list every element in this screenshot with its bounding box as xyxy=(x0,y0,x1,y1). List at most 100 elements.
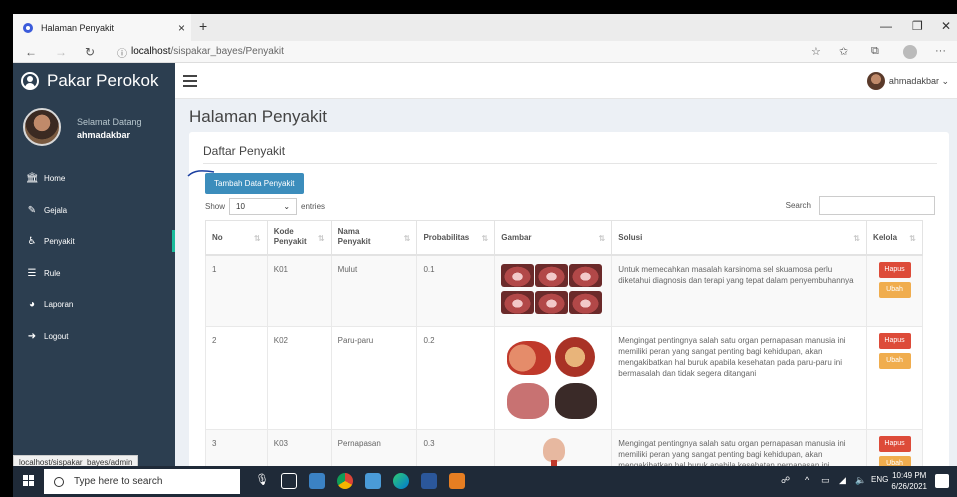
sign-out-icon: ➜ xyxy=(27,330,37,342)
cell-solusi: Untuk memecahkan masalah karsinoma sel s… xyxy=(611,254,868,327)
task-view-icon[interactable] xyxy=(281,473,297,489)
browser-tab-bar: Halaman Penyakit × + — ❐ ✕ xyxy=(13,14,957,41)
ubah-button[interactable]: Ubah xyxy=(878,352,911,369)
file-explorer-icon[interactable] xyxy=(309,473,325,489)
sidebar-item-label: Logout xyxy=(44,331,69,341)
hamburger-menu-icon[interactable] xyxy=(183,75,197,87)
chrome-icon[interactable] xyxy=(337,473,353,489)
favorite-star-icon[interactable]: ☆ xyxy=(811,45,821,58)
user-dropdown-label: ahmadakbar ⌄ xyxy=(888,75,949,86)
sidebar-item-label: Rule xyxy=(44,268,61,278)
microphone-icon[interactable]: 🎙 xyxy=(255,473,271,489)
tab-close-icon[interactable]: × xyxy=(178,21,185,35)
column-header[interactable]: Nama Penyakit ⇅ xyxy=(330,220,418,256)
main-content: Halaman Penyakit Daftar Penyakit Tambah … xyxy=(175,99,957,466)
sort-icon: ⇅ xyxy=(853,234,861,243)
cell-solusi: Mengingat pentingnya salah satu organ pe… xyxy=(611,325,868,430)
penyakit-table: No ⇅ Kode Penyakit ⇅ Nama Penyakit ⇅ Probab… xyxy=(205,220,923,466)
search-input[interactable] xyxy=(819,196,935,215)
notification-icon[interactable] xyxy=(935,474,949,488)
sidebar-item-laporan[interactable]: ◕ Laporan xyxy=(13,293,175,315)
clock[interactable]: 10:49 PM 6/26/2021 xyxy=(891,470,927,492)
table-row: 1 K01 Mulut 0.1 Untuk memecahkan masalah… xyxy=(205,254,923,327)
tab-title: Halaman Penyakit xyxy=(41,22,115,33)
cell-gambar xyxy=(494,428,613,466)
column-header[interactable]: Kode Penyakit ⇅ xyxy=(266,220,332,256)
browser-tab[interactable]: Halaman Penyakit × xyxy=(13,14,191,41)
column-header[interactable]: Kelola ⇅ xyxy=(866,220,923,256)
ubah-button[interactable]: Ubah xyxy=(878,281,911,298)
cell-solusi: Mengingat pentingnya salah satu organ pe… xyxy=(611,428,868,466)
window-close-icon[interactable]: ✕ xyxy=(941,19,951,33)
sidebar-item-home[interactable]: 🏛 Home xyxy=(13,167,175,189)
sidebar-item-gejala[interactable]: ✎ Gejala xyxy=(13,199,175,221)
column-header[interactable]: Gambar ⇅ xyxy=(494,220,613,256)
user-circle-icon xyxy=(21,72,39,90)
column-header[interactable]: Solusi ⇅ xyxy=(611,220,868,256)
collections-icon[interactable]: ⧉ xyxy=(871,45,879,58)
box-title: Daftar Penyakit xyxy=(203,144,286,158)
sidebar-item-logout[interactable]: ➜ Logout xyxy=(13,325,175,347)
user-panel: Selamat Datang ahmadakbar xyxy=(13,99,175,164)
app-icon[interactable] xyxy=(449,473,465,489)
sidebar-item-rule[interactable]: ☰ Rule xyxy=(13,262,175,284)
cell-kode: K03 xyxy=(266,428,332,466)
chevron-up-icon[interactable]: ^ xyxy=(805,475,809,485)
column-header[interactable]: Probabilitas ⇅ xyxy=(416,220,496,256)
hapus-button[interactable]: Hapus xyxy=(878,332,911,349)
favicon-icon xyxy=(23,22,33,33)
language-indicator[interactable]: ENG xyxy=(871,475,888,484)
avatar xyxy=(866,72,885,90)
cell-kelola: Hapus Ubah xyxy=(866,325,923,430)
word-icon[interactable] xyxy=(421,473,437,489)
entries-label: entries xyxy=(301,202,326,211)
hapus-button[interactable]: Hapus xyxy=(878,435,911,452)
minimize-icon[interactable]: — xyxy=(880,19,892,33)
annotation-arrow-icon xyxy=(187,170,215,177)
add-penyakit-button[interactable]: Tambah Data Penyakit xyxy=(205,173,304,194)
people-icon[interactable]: ☍ xyxy=(781,475,790,486)
mail-icon[interactable] xyxy=(365,473,381,489)
clock-time: 10:49 PM xyxy=(892,471,927,480)
search-wrap: Search xyxy=(786,196,935,215)
brand[interactable]: Pakar Perokok xyxy=(13,63,175,99)
content-box: Daftar Penyakit Tambah Data Penyakit Sho… xyxy=(189,132,949,466)
more-icon[interactable]: ··· xyxy=(935,45,946,57)
taskbar-search[interactable]: Type here to search xyxy=(44,469,240,494)
windows-start-icon[interactable] xyxy=(23,475,35,487)
cell-nama: Paru-paru xyxy=(330,325,418,430)
page-title: Halaman Penyakit xyxy=(189,107,327,126)
screen: Halaman Penyakit × + — ❐ ✕ ← → ↻ ⓘ local… xyxy=(0,0,957,497)
network-icon[interactable]: ◢ xyxy=(839,475,846,486)
favorites-bar-icon[interactable]: ✩ xyxy=(839,45,848,58)
cell-gambar xyxy=(494,325,613,430)
taskbar-search-placeholder: Type here to search xyxy=(74,476,163,487)
entries-select[interactable]: 10 ⌄ xyxy=(229,198,298,215)
sidebar-item-label: Gejala xyxy=(44,205,68,215)
edge-icon[interactable] xyxy=(393,473,409,489)
app: Pakar Perokok ahmadakbar ⌄ Selamat Datan… xyxy=(13,63,957,466)
battery-icon[interactable]: ▭ xyxy=(821,475,830,486)
divider xyxy=(203,163,937,164)
user-dropdown[interactable]: ahmadakbar ⌄ xyxy=(866,72,949,90)
sidebar-item-penyakit[interactable]: ♿ Penyakit xyxy=(13,230,175,252)
new-tab-icon[interactable]: + xyxy=(199,18,207,34)
profile-icon[interactable] xyxy=(903,45,917,59)
cell-prob: 0.2 xyxy=(416,325,496,430)
refresh-icon[interactable]: ↻ xyxy=(85,45,95,59)
back-icon[interactable]: ← xyxy=(25,45,37,59)
cell-no: 3 xyxy=(205,428,268,466)
cell-kode: K02 xyxy=(266,325,332,430)
url-field[interactable]: localhost/sispakar_bayes/Penyakit xyxy=(131,46,284,57)
restore-icon[interactable]: ❐ xyxy=(912,19,923,33)
cell-kelola: Hapus Ubah xyxy=(866,428,923,466)
volume-icon[interactable]: 🔈 xyxy=(855,475,866,486)
pie-chart-icon: ◕ xyxy=(28,298,36,310)
sort-icon: ⇅ xyxy=(403,234,411,243)
info-icon[interactable]: ⓘ xyxy=(117,45,127,60)
forward-icon[interactable]: → xyxy=(55,45,67,59)
ubah-button[interactable]: Ubah xyxy=(878,455,911,466)
column-header[interactable]: No ⇅ xyxy=(205,220,268,256)
hapus-button[interactable]: Hapus xyxy=(878,261,911,278)
show-label: Show xyxy=(205,202,226,211)
